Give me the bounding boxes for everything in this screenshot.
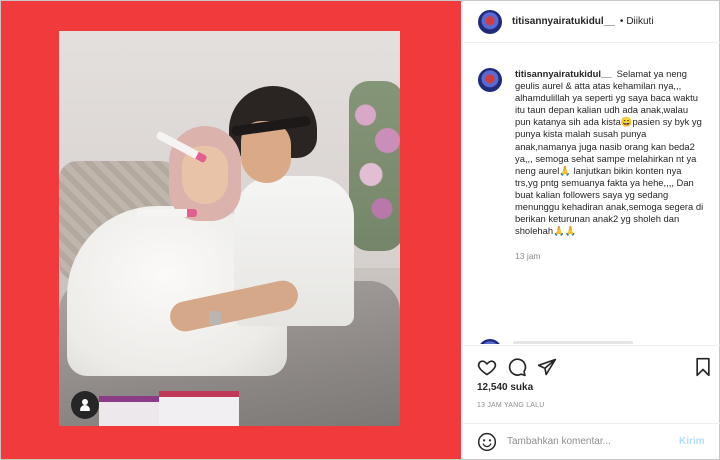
caption-avatar[interactable] — [478, 68, 502, 92]
add-comment-bar: Kirim — [463, 423, 720, 459]
send-button[interactable]: Kirim — [679, 436, 705, 447]
comment-input[interactable] — [507, 436, 677, 447]
heart-icon[interactable] — [477, 357, 497, 377]
action-bar: 12,540 suka 13 JAM YANG LALU — [463, 345, 720, 409]
post-header: titisannyairatukidul__ • Diikuti — [463, 1, 720, 43]
header-username[interactable]: titisannyairatukidul__ — [512, 16, 615, 27]
caption-text: titisannyairatukidul__ Selamat ya neng g… — [515, 68, 705, 237]
share-icon[interactable] — [537, 357, 557, 377]
caption-time: 13 jam — [515, 251, 541, 262]
avatar[interactable] — [478, 9, 502, 34]
header-separator: • — [619, 16, 624, 27]
following-button[interactable]: Diikuti — [626, 16, 653, 27]
post-media[interactable] — [1, 1, 461, 459]
comment-avatar[interactable] — [478, 339, 502, 344]
emoji-icon[interactable] — [477, 432, 497, 452]
list-item — [478, 339, 678, 344]
caption: titisannyairatukidul__ Selamat ya neng g… — [478, 68, 713, 261]
tagged-users-button[interactable] — [71, 391, 99, 419]
comment-icon[interactable] — [507, 357, 527, 377]
post-photo[interactable] — [59, 31, 400, 426]
like-count[interactable]: 12,540 suka — [477, 382, 533, 393]
user-icon — [80, 399, 90, 411]
post-timestamp[interactable]: 13 JAM YANG LALU — [477, 402, 545, 409]
comments-panel[interactable]: titisannyairatukidul__ Selamat ya neng g… — [463, 44, 720, 344]
caption-body: Selamat ya neng geulis aurel & atta atas… — [515, 68, 704, 237]
bookmark-icon[interactable] — [693, 357, 713, 377]
post-sidebar: titisannyairatukidul__ • Diikuti titisan… — [462, 1, 720, 459]
caption-username[interactable]: titisannyairatukidul__ — [515, 68, 611, 79]
